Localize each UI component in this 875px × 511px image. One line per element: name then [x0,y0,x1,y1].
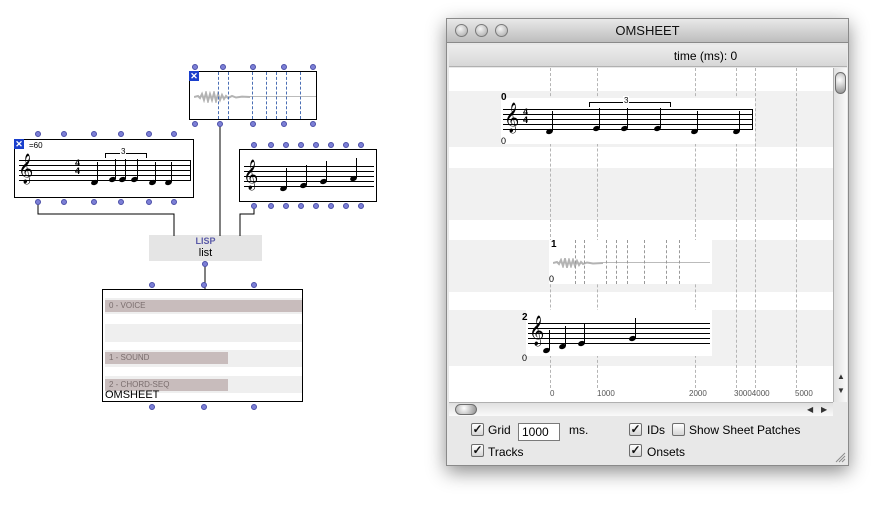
inlet[interactable] [343,142,349,148]
onset-zero-2: 0 [522,353,528,363]
patch-connections [37,124,255,289]
inlet[interactable] [201,282,207,288]
track-0-voice[interactable]: 𝄞 44 3 [501,96,755,144]
inlet[interactable] [35,131,41,137]
resize-grip-icon[interactable] [834,451,846,463]
track-number-1: 1 [551,239,557,250]
inlet[interactable] [251,282,257,288]
scroll-up-arrow-icon[interactable]: ▲ [837,372,845,381]
onset-zero-0: 0 [501,136,507,146]
outlet[interactable] [298,203,304,209]
grid-label: Grid [488,423,511,437]
title-bar[interactable]: OMSHEET [447,19,848,43]
grid-checkbox[interactable]: ✓ [471,423,484,436]
onsets-label: Onsets [647,445,686,459]
outlet[interactable] [251,404,257,410]
patch-canvas: ✕ =60 𝄞 44 3 ✕ 𝄞 LISP list 0 - VOICE 1 -… [0,0,440,511]
outlet[interactable] [310,121,316,127]
outlet[interactable] [192,121,198,127]
inlet[interactable] [220,64,226,70]
inlet[interactable] [268,142,274,148]
horizontal-scroll-thumb[interactable] [455,404,477,415]
grid-unit: ms. [569,423,589,437]
outlet[interactable] [251,203,257,209]
outlet[interactable] [149,404,155,410]
outlet[interactable] [217,121,223,127]
time-bar: time (ms): 0 [449,45,847,67]
inlet[interactable] [149,282,155,288]
track-number-2: 2 [522,312,528,323]
scroll-right-arrow-icon[interactable]: ▶ [821,405,827,414]
axis-tick-2000: 2000 [689,389,707,398]
outlet[interactable] [118,199,124,205]
inlet[interactable] [250,64,256,70]
outlet[interactable] [268,203,274,209]
outlet[interactable] [283,203,289,209]
outlet[interactable] [171,199,177,205]
tuplet-bracket [589,102,671,107]
grid-interval-input[interactable] [518,423,560,441]
track-2-chord-seq[interactable]: 𝄞 [526,310,712,356]
tracks-checkbox[interactable]: ✓ [471,444,484,457]
omsheet-window: OMSHEET time (ms): 0 𝄞 44 3 0 0 1 0 𝄞 2 … [446,18,849,466]
track-number-0: 0 [501,92,507,103]
vertical-scrollbar[interactable]: ▲ ▼ [833,68,847,402]
outlet[interactable] [35,199,41,205]
inlet[interactable] [118,131,124,137]
inlet[interactable] [298,142,304,148]
waveform [553,258,603,268]
outlet[interactable] [358,203,364,209]
outlet[interactable] [201,404,207,410]
inlet[interactable] [358,142,364,148]
inlet[interactable] [283,142,289,148]
time-readout: time (ms): 0 [673,49,738,63]
outlet[interactable] [328,203,334,209]
axis-tick-0: 0 [550,389,555,398]
treble-clef-icon: 𝄞 [504,103,520,133]
inlet[interactable] [251,142,257,148]
horizontal-scrollbar[interactable]: ◀ ▶ [449,402,833,416]
sheet-area[interactable]: 𝄞 44 3 0 0 1 0 𝄞 2 0 0 1000 2000 3000400… [449,68,833,402]
inlet[interactable] [281,64,287,70]
outlet[interactable] [343,203,349,209]
treble-clef-icon: 𝄞 [529,316,545,346]
outlet[interactable] [146,199,152,205]
axis-tick-5000: 5000 [795,389,813,398]
tuplet-number: 3 [623,96,630,105]
inlet[interactable] [171,131,177,137]
outlet[interactable] [281,121,287,127]
time-signature: 44 [523,107,529,125]
inlet[interactable] [61,131,67,137]
inlet[interactable] [328,142,334,148]
ids-checkbox[interactable]: ✓ [629,423,642,436]
inlet[interactable] [146,131,152,137]
vertical-scroll-thumb[interactable] [835,72,846,94]
outlet[interactable] [202,261,208,267]
window-title: OMSHEET [615,23,680,38]
inlet[interactable] [192,64,198,70]
track-1-sound[interactable] [549,240,712,284]
show-sheet-patches-label: Show Sheet Patches [689,423,801,437]
onsets-checkbox[interactable]: ✓ [629,444,642,457]
scroll-down-arrow-icon[interactable]: ▼ [837,386,845,395]
outlet[interactable] [61,199,67,205]
inlet[interactable] [91,131,97,137]
inlet[interactable] [310,64,316,70]
outlet[interactable] [250,121,256,127]
ids-label: IDs [647,423,665,437]
outlet[interactable] [91,199,97,205]
show-sheet-patches-checkbox[interactable] [672,423,685,436]
outlet[interactable] [313,203,319,209]
axis-tick-1000: 1000 [597,389,615,398]
inlet[interactable] [313,142,319,148]
onset-zero-1: 0 [549,274,555,284]
tracks-label: Tracks [488,445,524,459]
scroll-left-arrow-icon[interactable]: ◀ [807,405,813,414]
axis-tick-3000-4000: 30004000 [734,389,770,398]
